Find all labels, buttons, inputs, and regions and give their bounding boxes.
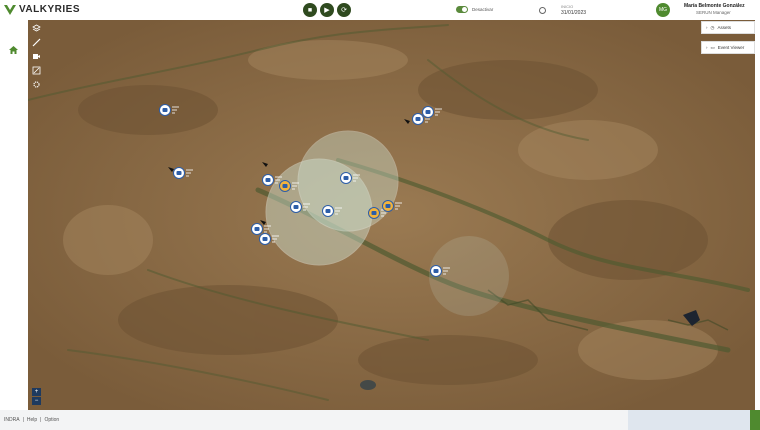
avatar-initials: MG — [658, 7, 668, 13]
zoom-in-glyph: + — [34, 389, 39, 395]
camera-icon[interactable] — [32, 52, 43, 63]
home-icon[interactable] — [9, 46, 18, 54]
avatar[interactable]: MG — [656, 3, 670, 17]
valkyries-logo-icon — [4, 4, 16, 15]
footer-panel — [628, 410, 750, 430]
user-name: María Belmonte González — [684, 3, 745, 9]
measure-icon[interactable] — [32, 38, 43, 49]
clock-icon[interactable] — [539, 7, 546, 14]
assets-label: Assets — [717, 25, 731, 30]
footer-divider: | — [40, 417, 42, 423]
assets-panel-button[interactable]: › ◷ Assets — [701, 21, 755, 34]
draw-icon[interactable] — [32, 66, 43, 77]
app-name: VALKYRIES — [19, 4, 80, 15]
event-viewer-panel-button[interactable]: › ▭ Event Viewer — [701, 41, 755, 54]
footer-links: INDRA | Help | Option — [4, 417, 59, 423]
event-viewer-label: Event Viewer — [717, 45, 745, 50]
footer: INDRA | Help | Option — [0, 410, 760, 430]
clock-icon: ◷ — [710, 24, 715, 30]
replay-icon: ⟳ — [341, 7, 347, 14]
footer-accent — [750, 410, 760, 430]
monitor-icon: ▭ — [710, 44, 715, 50]
satellite-map — [28, 20, 755, 410]
user-role: SERUN Manager — [696, 10, 731, 15]
chevron-right-icon: › — [706, 25, 708, 30]
desactivar-toggle[interactable] — [456, 6, 468, 13]
date-value: 31/01/2023 — [561, 10, 587, 16]
play-icon: ▶ — [324, 7, 330, 14]
stop-icon: ■ — [307, 6, 313, 14]
settings-icon[interactable] — [32, 80, 43, 91]
left-sidebar — [0, 20, 28, 410]
replay-button[interactable]: ⟳ — [337, 3, 351, 17]
zoom-out-button[interactable]: − — [32, 397, 41, 405]
zoom-in-button[interactable]: + — [32, 388, 41, 396]
map-view[interactable]: › ◷ Assets › ▭ Event Viewer + − — [28, 20, 755, 410]
play-button[interactable]: ▶ — [320, 3, 334, 17]
top-bar: VALKYRIES ■ ▶ ⟳ Desactivar INICIO 31/01/… — [0, 0, 760, 20]
footer-link-help[interactable]: Help — [27, 417, 37, 423]
footer-divider: | — [22, 417, 24, 423]
footer-link-option[interactable]: Option — [44, 417, 59, 423]
layers-icon[interactable] — [32, 24, 43, 35]
chevron-right-icon: › — [706, 45, 708, 50]
date-label: INICIO — [561, 4, 574, 9]
footer-link-indra[interactable]: INDRA — [4, 417, 20, 423]
zoom-out-glyph: − — [34, 398, 39, 404]
app-logo: VALKYRIES — [4, 4, 80, 15]
stop-button[interactable]: ■ — [303, 3, 317, 17]
toggle-label: Desactivar — [472, 7, 494, 12]
